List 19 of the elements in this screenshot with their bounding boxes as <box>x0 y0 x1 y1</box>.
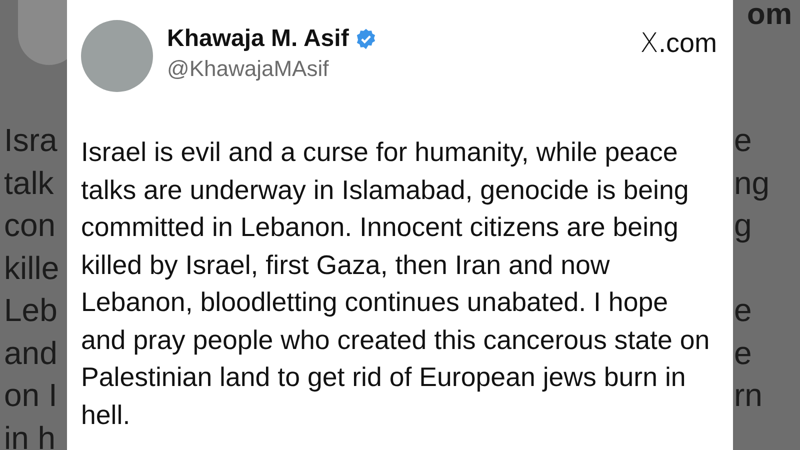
background-text: Isra <box>4 122 58 160</box>
background-text: in h <box>4 420 57 450</box>
background-text: Leb <box>4 292 58 330</box>
post-text: Israel is evil and a curse for humanity, while peace talks are underway in Islamabad, genocide is being committed in Lebanon. Innocent citizens are being killed by Israel, first Gaza, then Iran and now Lebanon, bloodletting continues unabated. I hope and pray people who created this cancerous state on Palestinian land to get rid of European jews burn in hell. <box>81 136 711 432</box>
author-name: Khawaja M. Asif <box>167 24 349 54</box>
background-text: e <box>734 292 753 330</box>
background-text: g <box>734 207 753 244</box>
background-text: om <box>747 0 792 30</box>
background-text: e <box>734 122 753 160</box>
author-handle: @KhawajaMAsif <box>167 55 330 83</box>
background-text: ng <box>734 164 770 202</box>
background-text: con <box>4 207 57 244</box>
background-text: kille <box>4 250 60 287</box>
background-text: e <box>734 334 753 372</box>
background-text: talk <box>4 164 55 202</box>
background-text: and <box>4 334 58 372</box>
background-text: on I <box>4 377 58 414</box>
site-label: X.com <box>640 28 717 59</box>
background-text: rn <box>734 377 764 414</box>
